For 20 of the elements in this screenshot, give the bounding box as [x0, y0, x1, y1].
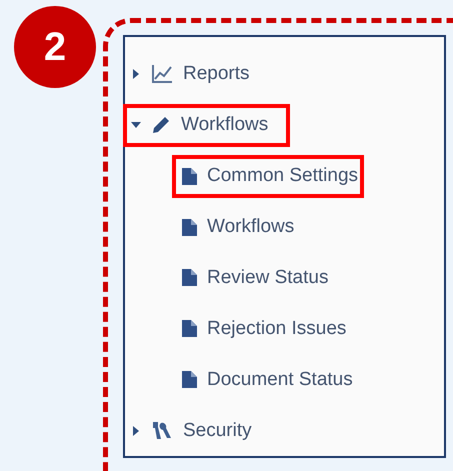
- tree-item[interactable]: Workflows: [123, 104, 290, 147]
- pencil-icon: [151, 115, 171, 136]
- tree-item[interactable]: Security: [123, 409, 260, 452]
- tree-item[interactable]: Rejection Issues: [172, 307, 352, 350]
- caret-icon[interactable]: [131, 426, 141, 436]
- keys-icon: [151, 420, 173, 442]
- file-icon: [182, 371, 197, 388]
- tree-item[interactable]: Common Settings: [172, 154, 364, 198]
- chart-icon: [151, 64, 173, 84]
- tree-item[interactable]: Review Status: [172, 256, 334, 300]
- tree-item[interactable]: Document Status: [172, 358, 359, 402]
- file-icon: [182, 218, 197, 236]
- step-badge: 2: [14, 6, 96, 88]
- caret-icon[interactable]: [131, 120, 141, 130]
- tree-item[interactable]: Reports: [123, 52, 258, 96]
- caret-icon[interactable]: [131, 69, 141, 80]
- tree-item[interactable]: Workflows: [172, 206, 300, 249]
- file-icon: [182, 320, 197, 338]
- file-icon: [182, 168, 197, 185]
- file-icon: [182, 269, 197, 286]
